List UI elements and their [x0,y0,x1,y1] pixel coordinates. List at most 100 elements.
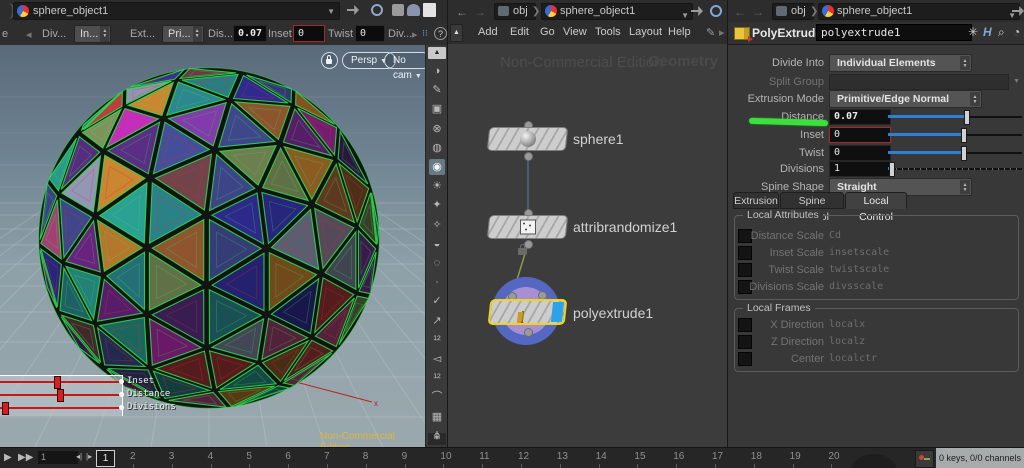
twist-scale-value[interactable]: twistscale [829,264,889,275]
secure-selection-icon[interactable]: ▣ [429,101,445,117]
keyframe-icon[interactable] [915,450,934,468]
network-canvas[interactable]: Non-Commercial Edition Geometry sphere1 … [448,44,728,447]
vector-display-icon[interactable]: ↗ [429,313,445,329]
z-direction-value[interactable]: localz [829,336,865,347]
extrusion-mode-dropdown[interactable]: Primitive/Edge Normal ▲ ▼ [829,90,982,108]
lock-handle-icon[interactable]: ⊗ [429,121,445,137]
menu-edit[interactable]: Edit [510,26,529,38]
frame-number[interactable]: 13 [557,451,568,462]
scroll-right-icon[interactable]: ▸ [412,28,418,41]
menu-add[interactable]: Add [478,26,498,38]
ramp-icon[interactable]: ⌒ [429,389,445,405]
pen-tool-icon[interactable]: ✎ [706,26,715,39]
frame-number[interactable]: 19 [790,451,801,462]
light-b-icon[interactable]: ✧ [429,217,445,233]
scene-viewport[interactable]: x Persp ▼ No cam ▼ Inset Distance Divisi… [0,45,425,447]
distance-handle[interactable] [57,389,65,402]
align-icon[interactable]: ⁝⁝ [422,28,428,39]
z-direction-checkbox[interactable] [738,335,752,349]
inset-handle[interactable] [53,376,61,389]
camera-menu-pill[interactable]: No cam ▼ [384,52,425,81]
divisions-handle[interactable] [2,402,10,415]
root-context-chip[interactable]: obj [772,3,814,20]
jog-wheel[interactable] [852,454,896,468]
gear-icon[interactable]: ✳ [968,25,978,39]
menu-go[interactable]: Go [540,26,555,38]
node-output-dot[interactable] [524,328,533,337]
node-output-dot[interactable] [524,152,533,161]
target-icon[interactable] [710,5,722,17]
distance-scale-value[interactable]: Cd [829,230,841,241]
frame-number[interactable]: 12 [518,451,529,462]
twist-scale-checkbox[interactable] [738,263,752,277]
frame-number[interactable]: 16 [673,451,684,462]
divisions-slider[interactable] [888,162,1022,177]
link-cube-icon[interactable] [392,4,404,16]
twist-value-field[interactable]: 0 [355,25,385,42]
point-marker-icon[interactable]: ∙ [429,274,445,290]
distance-value-field[interactable]: 0.07 [233,25,268,42]
twist-field[interactable]: 0 [829,145,891,161]
display-flag[interactable] [550,302,565,322]
inset-scale-checkbox[interactable] [738,246,752,260]
divide-into-dropdown[interactable]: In... ▲ ▼ [74,25,112,43]
center-checkbox[interactable] [738,352,752,366]
current-node-chip[interactable]: sphere_object1 ▼ [541,3,693,20]
inset-scale-value[interactable]: insetscale [829,247,889,258]
frame-number[interactable]: 11 [479,451,489,462]
frame-number[interactable]: 4 [208,451,214,462]
light-a-icon[interactable]: ✦ [429,197,445,213]
menu-layout[interactable]: Layout [629,26,662,38]
back-icon[interactable]: ← [734,2,746,22]
frame-number[interactable]: 2 [130,451,136,462]
frame-number[interactable]: 18 [751,451,762,462]
frame-number[interactable]: 8 [363,451,369,462]
view-mask-icon[interactable]: ◍ [429,140,445,156]
prim-numbers-icon[interactable]: ¹² [429,370,445,386]
camera-lock-pill[interactable] [321,52,338,69]
distance-slider[interactable] [888,110,1022,125]
material-sphere-icon[interactable]: ◒ [429,236,445,252]
frame-number[interactable]: 15 [634,451,645,462]
menu-tools[interactable]: Tools [595,26,621,38]
divisions-field[interactable]: 1 [829,161,891,177]
frame-number[interactable]: 5 [246,451,252,462]
timeline[interactable]: 2 3 4 5 6 7 8 9 10 11 12 13 14 15 16 17 18 19 20 [0,448,850,468]
tab-local-control[interactable]: Local Control [845,192,907,223]
distance-handle-row[interactable]: Distance [0,389,200,402]
menubar-overflow-icon[interactable]: ▸ [719,26,725,39]
point-numbers-icon[interactable]: ¹² [429,332,445,348]
normals-icon[interactable]: ⋔ [429,428,445,444]
scroll-left-icon[interactable]: ◂ [26,28,32,41]
frame-number[interactable]: 7 [324,451,330,462]
ghost-objects-icon[interactable]: ◌ [429,255,445,271]
center-value[interactable]: localctr [829,353,877,364]
frame-number[interactable]: 6 [285,451,291,462]
x-direction-checkbox[interactable] [738,318,752,332]
select-mode-icon[interactable]: ✎ [429,82,445,98]
visibility-icon[interactable]: ◑ [429,63,445,79]
frame-number[interactable]: 14 [596,451,607,462]
frame-number[interactable]: 10 [440,451,451,462]
viewport-path-field[interactable]: sphere_object1 ▼ [13,2,340,20]
frame-number[interactable]: 20 [828,451,839,462]
inset-field[interactable]: 0 [829,127,891,143]
current-node-chip[interactable]: sphere_object1 ▼ [818,3,1020,20]
frame-number[interactable]: 9 [402,451,408,462]
divide-into-dropdown[interactable]: Individual Elements ▲ ▼ [829,54,972,72]
strip-scroll-up[interactable]: ▲ [428,47,446,59]
houdini-help-icon[interactable]: H [983,25,992,39]
chevron-down-icon[interactable]: ▼ [327,7,335,16]
inset-slider[interactable] [888,128,1022,143]
x-direction-value[interactable]: localx [829,319,865,330]
menu-view[interactable]: View [563,26,587,38]
chevron-down-icon[interactable]: ▼ [681,8,689,23]
headlight-icon[interactable]: ☀ [429,178,445,194]
node-sphere1[interactable] [486,127,569,151]
search-icon[interactable]: ⌕ [998,25,1005,40]
spinner-icon[interactable]: ▲ ▼ [192,26,202,42]
forward-icon[interactable]: → [474,2,486,22]
node-name-field[interactable]: polyextrude1 [816,24,972,41]
shading-mode-icon[interactable]: ◉ [429,159,445,175]
menubar-collapse[interactable]: ▲ [450,24,463,42]
